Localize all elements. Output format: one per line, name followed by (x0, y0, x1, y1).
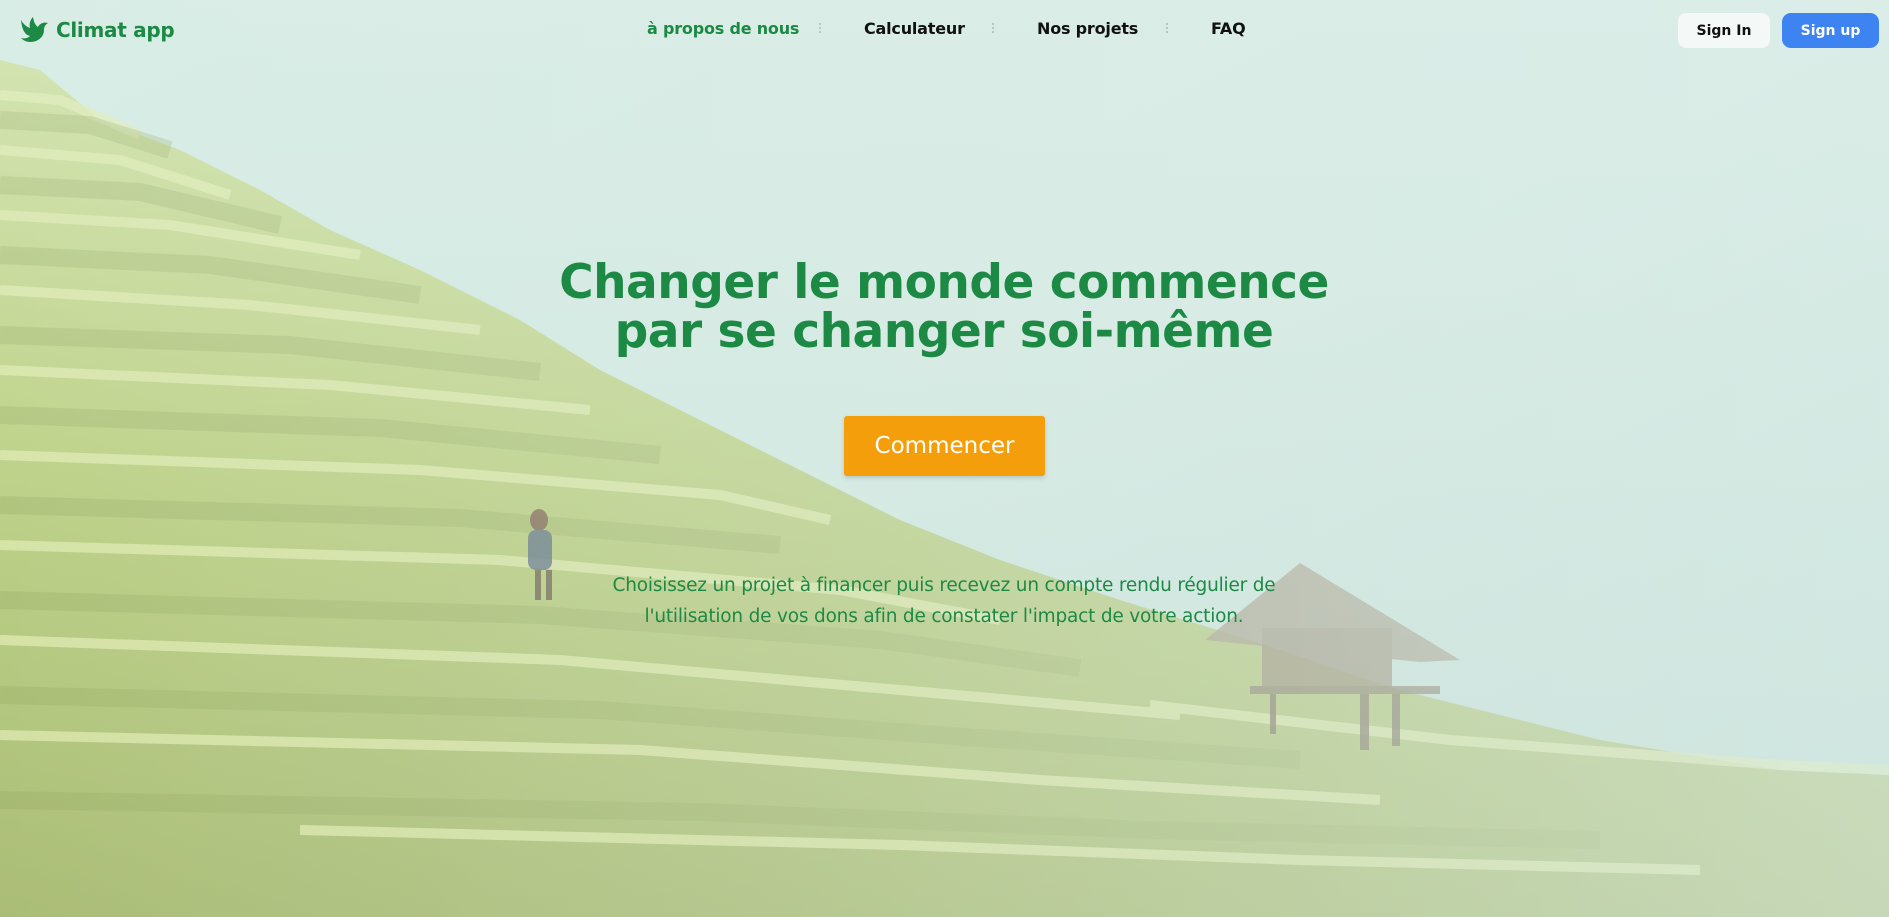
hero-title-line: Changer le monde commence (559, 255, 1329, 310)
main-nav: à propos de nous Calculateur Nos projets… (0, 19, 1889, 45)
sign-up-button[interactable]: Sign up (1782, 13, 1879, 48)
start-button[interactable]: Commencer (844, 416, 1045, 476)
nav-item-calculator[interactable]: Calculateur (864, 19, 965, 38)
hero-description-line: Choisissez un projet à financer puis rec… (612, 575, 1276, 596)
hero-title: Changer le monde commence par se changer… (544, 258, 1344, 356)
top-navbar: Climat app à propos de nous Calculateur … (0, 0, 1889, 62)
hero-description-line: l'utilisation de vos dons afin de consta… (644, 606, 1244, 627)
nav-item-about[interactable]: à propos de nous (647, 19, 799, 38)
nav-item-projects[interactable]: Nos projets (1037, 19, 1138, 38)
sign-in-button[interactable]: Sign In (1678, 13, 1770, 48)
nav-separator (1165, 21, 1169, 37)
hero-title-line: par se changer soi-même (614, 304, 1274, 359)
nav-item-faq[interactable]: FAQ (1211, 19, 1246, 38)
nav-separator (818, 21, 822, 37)
hero-description: Choisissez un projet à financer puis rec… (594, 570, 1294, 632)
nav-separator (991, 21, 995, 37)
